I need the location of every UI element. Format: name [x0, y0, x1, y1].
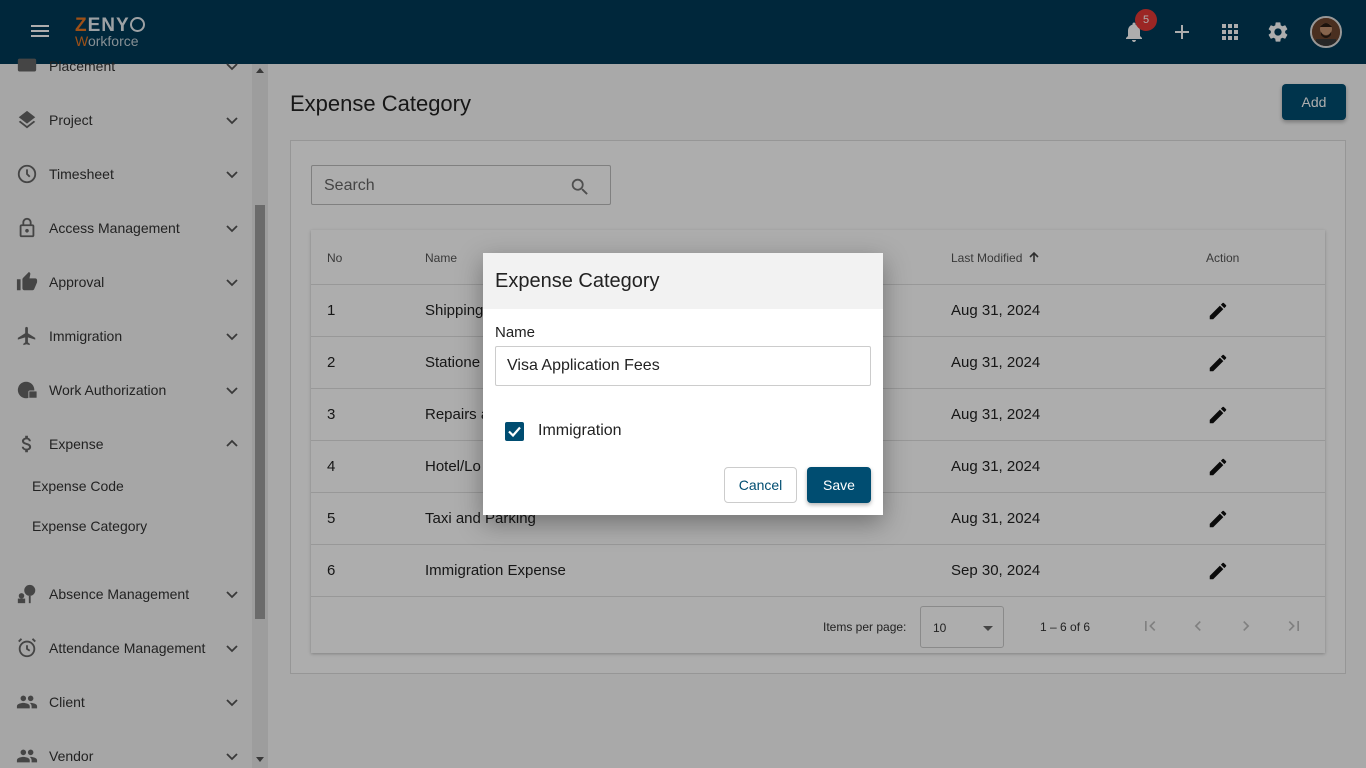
cancel-button[interactable]: Cancel [724, 467, 797, 503]
name-field[interactable] [495, 346, 871, 386]
expense-category-dialog: Expense Category Name Immigration Cancel… [483, 253, 883, 515]
immigration-checkbox[interactable] [505, 422, 524, 441]
save-button[interactable]: Save [807, 467, 871, 503]
immigration-checkbox-label[interactable]: Immigration [538, 422, 622, 440]
checkmark-icon [508, 426, 521, 438]
dialog-header: Expense Category [483, 253, 883, 309]
dialog-title: Expense Category [495, 270, 660, 292]
name-label: Name [495, 324, 536, 341]
